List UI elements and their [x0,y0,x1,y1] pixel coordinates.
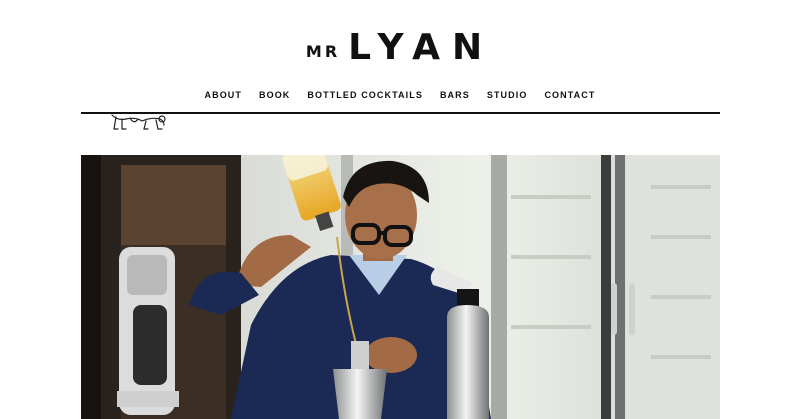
logo-prefix: MR [305,42,341,61]
hero-image [81,155,720,419]
nav-book[interactable]: BOOK [259,90,290,100]
nav-bars[interactable]: BARS [440,90,470,100]
nav-contact[interactable]: CONTACT [544,90,595,100]
nav-bottled-cocktails[interactable]: BOTTLED COCKTAILS [307,90,423,100]
bartender-photo [81,155,720,419]
nav-about[interactable]: ABOUT [205,90,243,100]
nav-studio[interactable]: STUDIO [487,90,528,100]
main-nav: ABOUT BOOK BOTTLED COCKTAILS BARS STUDIO… [0,90,800,100]
logo-main: LYAN [348,27,495,68]
header-divider [81,112,720,114]
site-logo[interactable]: MR LYAN [0,27,800,68]
lion-mascot-icon [111,114,166,130]
